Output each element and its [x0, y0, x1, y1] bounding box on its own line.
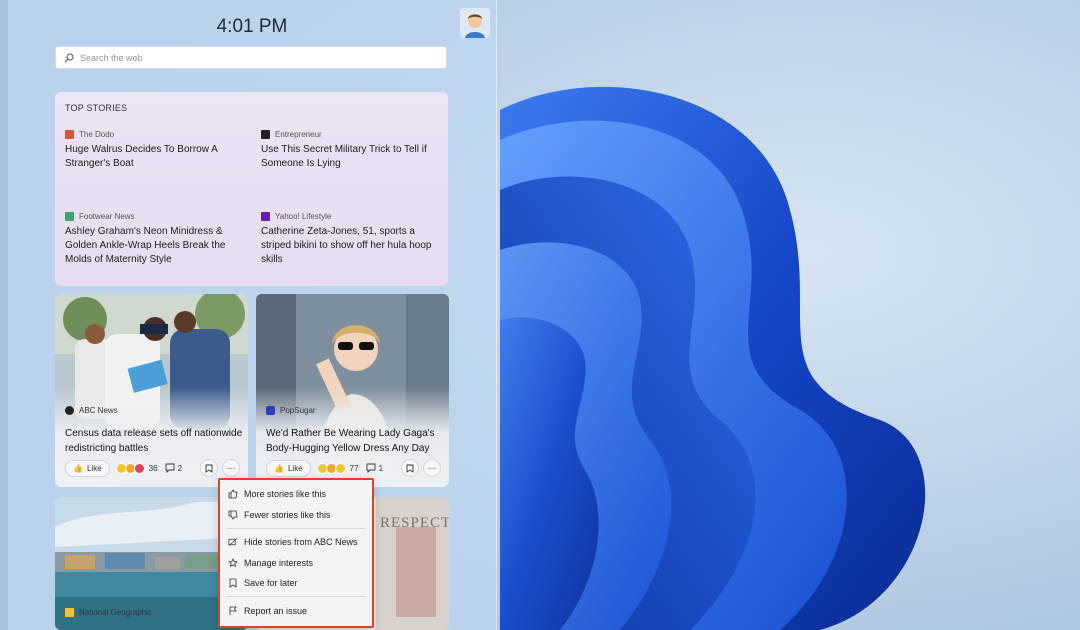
emoji-icon [334, 462, 346, 474]
national-geographic-logo-icon [65, 608, 74, 617]
menu-separator [226, 596, 366, 597]
like-button[interactable]: 👍 Like [266, 459, 311, 477]
flag-icon [228, 606, 238, 616]
menu-item-save-for-later[interactable]: Save for later [228, 575, 368, 591]
thumbs-up-icon: 👍 [274, 463, 284, 473]
bookmark-icon [406, 464, 414, 473]
story-source: The Dodo [79, 129, 115, 139]
story-source: Footwear News [79, 211, 135, 221]
story-headline[interactable]: Use This Secret Military Trick to Tell i… [261, 143, 446, 171]
card-actions: 👍 Like 36 2 ··· [65, 458, 240, 478]
search-icon [64, 53, 74, 62]
popsugar-logo-icon [266, 406, 275, 415]
thumbs-up-icon [228, 489, 238, 499]
heart-icon [133, 462, 145, 474]
save-button[interactable] [200, 459, 218, 477]
star-gear-icon [228, 558, 238, 568]
bookmark-icon [205, 464, 213, 473]
card-headline[interactable]: Census data release sets off nationwide … [65, 426, 245, 456]
card-source: PopSugar [266, 406, 316, 415]
menu-item-manage-interests[interactable]: Manage interests [228, 555, 368, 571]
top-stories-title: TOP STORIES [65, 103, 128, 113]
like-button[interactable]: 👍 Like [65, 459, 110, 477]
card-actions: 👍 Like 77 1 ··· [266, 458, 441, 478]
menu-item-more-stories[interactable]: More stories like this [228, 486, 368, 502]
story-headline[interactable]: Catherine Zeta-Jones, 51, sports a strip… [261, 225, 446, 267]
story-item[interactable]: Yahoo! Lifestyle Catherine Zeta-Jones, 5… [261, 211, 446, 267]
card-source: National Geographic [65, 608, 152, 617]
card-source: ABC News [65, 406, 118, 415]
comment-icon [366, 463, 376, 473]
news-card-popsugar[interactable]: PopSugar We'd Rather Be Wearing Lady Gag… [256, 294, 449, 487]
menu-item-fewer-stories[interactable]: Fewer stories like this [228, 507, 368, 523]
story-source: Entrepreneur [275, 129, 322, 139]
thumbs-down-icon [228, 510, 238, 520]
comment-icon [165, 463, 175, 473]
story-context-menu: More stories like this Fewer stories lik… [218, 478, 374, 628]
menu-separator [226, 528, 366, 529]
search-placeholder: Search the web [80, 52, 143, 63]
comments-button[interactable]: 2 [165, 463, 182, 473]
story-source: Yahoo! Lifestyle [275, 211, 332, 221]
story-headline[interactable]: Huge Walrus Decides To Borrow A Stranger… [65, 143, 250, 171]
reactions-count[interactable]: 36 [115, 462, 158, 474]
footwear-news-logo-icon [65, 211, 74, 221]
clock: 4:01 PM [216, 16, 288, 37]
hide-icon [228, 537, 238, 547]
user-avatar-icon [465, 14, 485, 38]
story-headline[interactable]: Ashley Graham's Neon Minidress & Golden … [65, 225, 250, 267]
entrepreneur-logo-icon [261, 129, 270, 139]
search-input[interactable]: Search the web [55, 46, 447, 69]
more-icon: ··· [226, 463, 236, 473]
menu-item-report-issue[interactable]: Report an issue [228, 603, 368, 619]
reactions-count[interactable]: 77 [316, 462, 359, 474]
more-icon: ··· [427, 463, 437, 473]
bookmark-icon [228, 578, 238, 588]
top-stories-card: TOP STORIES The Dodo Huge Walrus Decides… [55, 92, 448, 286]
story-item[interactable]: Entrepreneur Use This Secret Military Tr… [261, 129, 446, 171]
comments-button[interactable]: 1 [366, 463, 383, 473]
more-options-button[interactable]: ··· [222, 459, 240, 477]
more-options-button[interactable]: ··· [423, 459, 441, 477]
banner-text: RESPECT [380, 515, 449, 531]
story-item[interactable]: Footwear News Ashley Graham's Neon Minid… [65, 211, 250, 267]
avatar[interactable] [460, 8, 490, 38]
card-headline[interactable]: We'd Rather Be Wearing Lady Gaga's Body-… [266, 426, 446, 456]
story-item[interactable]: The Dodo Huge Walrus Decides To Borrow A… [65, 129, 250, 171]
abc-news-logo-icon [65, 406, 74, 415]
thumbs-up-icon: 👍 [73, 463, 83, 473]
news-card-abc[interactable]: ABC News Census data release sets off na… [55, 294, 248, 487]
the-dodo-logo-icon [65, 129, 74, 139]
yahoo-logo-icon [261, 211, 270, 221]
menu-item-hide-source[interactable]: Hide stories from ABC News [228, 534, 368, 550]
save-button[interactable] [401, 459, 419, 477]
